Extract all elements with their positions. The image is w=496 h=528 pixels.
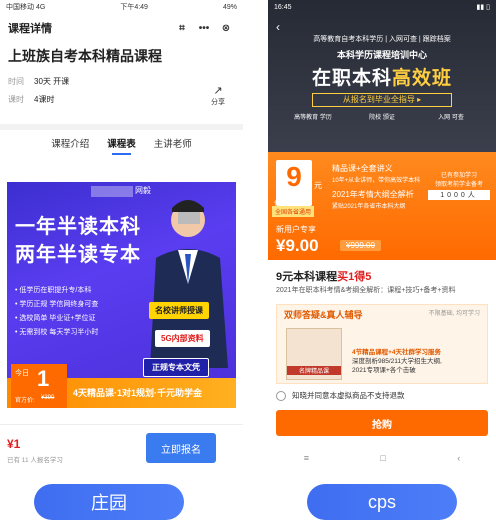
hero-subtitle: 高等教育自考本科学历 | 入网可查 | 跟踪档案 xyxy=(313,36,451,43)
card-text: 4节精品课程+4天社群学习服务 深度剖析985/211大学招生大纲, 2021专… xyxy=(352,348,442,375)
card-title: 双师答疑&真人辅导 xyxy=(284,310,363,320)
left-phone-screen: 中国移动 4G 下午4:49 49% 课程详情 ⌗ ••• ⊗ 上班族自考本科精… xyxy=(0,0,243,468)
row-key: 课时 xyxy=(8,95,24,104)
tag-5g: 5G内部资料 xyxy=(155,330,210,347)
book-label: 名牌精品课 xyxy=(287,366,341,375)
share-label: 分享 xyxy=(211,99,225,106)
product-desc: 2021年在职本科考情&考纲全解析：课程+技巧+备考+资料 xyxy=(276,287,456,294)
price-unit: 元 xyxy=(314,181,322,190)
official-label: 官方价: xyxy=(15,398,35,404)
card-header: 双师答疑&真人辅导 不限基础, 均可学习 xyxy=(276,304,488,324)
bottom-price: ¥1 xyxy=(7,437,21,451)
new-user-label: 新用户专享 xyxy=(276,225,316,234)
status-bar: 中国移动 4G 下午4:49 49% xyxy=(0,0,243,14)
book-image: 名牌精品课 xyxy=(286,328,342,380)
card-line-1: 4节精品课程+4天社群学习服务 xyxy=(352,349,442,356)
laurel-badge: 高等教育 学历 xyxy=(294,115,332,121)
signup-button[interactable]: 立即报名 xyxy=(146,433,216,463)
hero-org: 本科学历课程培训中心 xyxy=(336,50,427,60)
features-text: 4天精品课·1对1规划·千元助学金 xyxy=(73,388,203,398)
more-icon[interactable]: ••• xyxy=(195,19,213,37)
close-icon[interactable]: ⊗ xyxy=(217,19,235,37)
bullet-item: 无需到校 每天学习半小时 xyxy=(15,326,98,340)
feature-1: 精品课+全套讲义 xyxy=(332,164,393,173)
tag-teacher: 名校讲师授课 xyxy=(149,302,209,319)
tab-schedule[interactable]: 课程表 xyxy=(107,136,136,155)
feature-2: 2021年考情大纲全解析 xyxy=(332,190,414,199)
carrier-label: 中国移动 4G xyxy=(6,4,46,11)
tab-teacher[interactable]: 主讲老师 xyxy=(154,136,192,150)
divider xyxy=(0,124,243,130)
bullet-item: 学历正规 学信网终身可查 xyxy=(15,298,98,312)
signal-icon: ▮▮ ▯ xyxy=(476,4,490,11)
course-info: 上班族自考本科精品课程 时间 30天 开课 课时 4课时 xyxy=(0,42,243,105)
bullet-item: 选校简单 毕业证+学位证 xyxy=(15,312,98,326)
buy-button[interactable]: 抢购 xyxy=(276,410,488,436)
product-title-highlight: 买1得5 xyxy=(337,271,372,283)
home-icon[interactable]: □ xyxy=(380,453,385,463)
original-price: ¥999.00 xyxy=(340,240,381,251)
back-icon[interactable]: ‹ xyxy=(276,20,280,34)
card-note: 不限基础, 均可学习 xyxy=(428,311,480,317)
guide-banner[interactable]: 从报名到毕业全指导 ▸ xyxy=(312,93,452,107)
tab-intro[interactable]: 课程介绍 xyxy=(51,136,89,150)
page-title: 课程详情 xyxy=(8,23,52,35)
hero-title-white: 在职本科 xyxy=(311,68,392,89)
sale-price: ¥9.00 xyxy=(276,236,319,255)
today-label: 今日 xyxy=(15,370,29,377)
banner-bullets: 低学历在职提升专/本科 学历正规 学信网终身可查 选校简单 毕业证+学位证 无需… xyxy=(15,284,98,340)
right-phone-screen: 16:45 ▮▮ ▯ ‹ 高等教育自考本科学历 | 入网可查 | 跟踪档案 本科… xyxy=(268,0,496,468)
logo-blur xyxy=(91,186,133,197)
status-time: 下午4:49 xyxy=(120,4,148,11)
product-title: 9元本科课程买1得5 xyxy=(276,268,371,284)
feature-1-sub: 10年+从业讲师，带你高效学本科 xyxy=(332,178,421,184)
share-icon: ↗ xyxy=(213,85,223,97)
scan-icon[interactable]: ⌗ xyxy=(173,19,191,37)
back-nav-icon[interactable]: ‹ xyxy=(457,453,460,463)
course-title: 上班族自考本科精品课程 xyxy=(8,48,162,64)
agree-checkbox[interactable]: 知晓并同意本虚拟商品不支持退款 xyxy=(276,390,405,401)
nav-bar: 课程详情 ⌗ ••• ⊗ xyxy=(0,14,243,42)
counter-box: 已有参加学习 领取考前学业备考 1000人 xyxy=(428,170,490,212)
course-hours-row: 课时 4课时 xyxy=(8,94,235,105)
hero-title: 在职本科高效班 xyxy=(268,63,496,90)
row-value: 30天 开课 xyxy=(34,77,70,86)
card-line-3: 2021专项课+各个击破 xyxy=(352,367,416,374)
signup-count: 已有 11 人报名学习 xyxy=(7,457,63,464)
product-title-main: 9元本科课程 xyxy=(276,271,338,283)
big-price: 9 xyxy=(286,161,302,192)
official-price: ¥399 xyxy=(41,395,55,401)
radio-icon[interactable] xyxy=(276,390,286,401)
today-price: 1 xyxy=(37,366,50,391)
laurel-badge: 入网 可查 xyxy=(438,115,464,121)
tag-diploma: 正规专本文凭 xyxy=(143,358,209,377)
banner-headline-1: 一年半读本科 xyxy=(15,216,141,238)
nationwide-badge: 全国各省通用 xyxy=(272,206,315,217)
tab-bar: 课程介绍 课程表 主讲老师 xyxy=(0,136,243,155)
laurel-badge: 院校 颁证 xyxy=(369,115,395,121)
label-pill-right: cps xyxy=(307,484,457,520)
status-bar: 16:45 ▮▮ ▯ xyxy=(268,0,496,14)
label-pill-left: 庄园 xyxy=(34,484,184,520)
row-key: 时间 xyxy=(8,77,24,86)
status-time: 16:45 xyxy=(274,3,292,11)
battery-label: 49% xyxy=(222,3,237,11)
hero-title-yellow: 高效班 xyxy=(392,68,453,89)
card-line-2: 深度剖析985/211大学招生大纲, xyxy=(352,358,442,365)
promo-banner[interactable]: 网毅 一年半读本科 两年半读专本 低学历在职提升专/本科 学历正规 学信网终身可… xyxy=(7,182,236,408)
menu-icon[interactable]: ≡ xyxy=(304,453,309,463)
row-value: 4课时 xyxy=(34,95,55,104)
feature-2-sub: 紧贴2021年各省市本科大纲 xyxy=(332,204,406,210)
counter-label: 已有参加学习 领取考前学业备考 xyxy=(434,173,483,188)
counter-value: 1000人 xyxy=(428,190,490,200)
course-time-row: 时间 30天 开课 xyxy=(8,76,235,87)
promo-features: 精品课+全套讲义 10年+从业讲师，带你高效学本科 2021年考情大纲全解析 紧… xyxy=(332,162,420,214)
banner-headline-2: 两年半读专本 xyxy=(15,244,141,266)
system-nav-bar: ≡ □ ‹ xyxy=(268,448,496,468)
price-badge: 今日 1 官方价: ¥399 xyxy=(11,364,67,408)
share-button[interactable]: ↗ 分享 xyxy=(211,84,225,107)
bullet-item: 低学历在职提升专/本科 xyxy=(15,284,98,298)
agree-label: 知晓并同意本虚拟商品不支持退款 xyxy=(292,391,405,400)
